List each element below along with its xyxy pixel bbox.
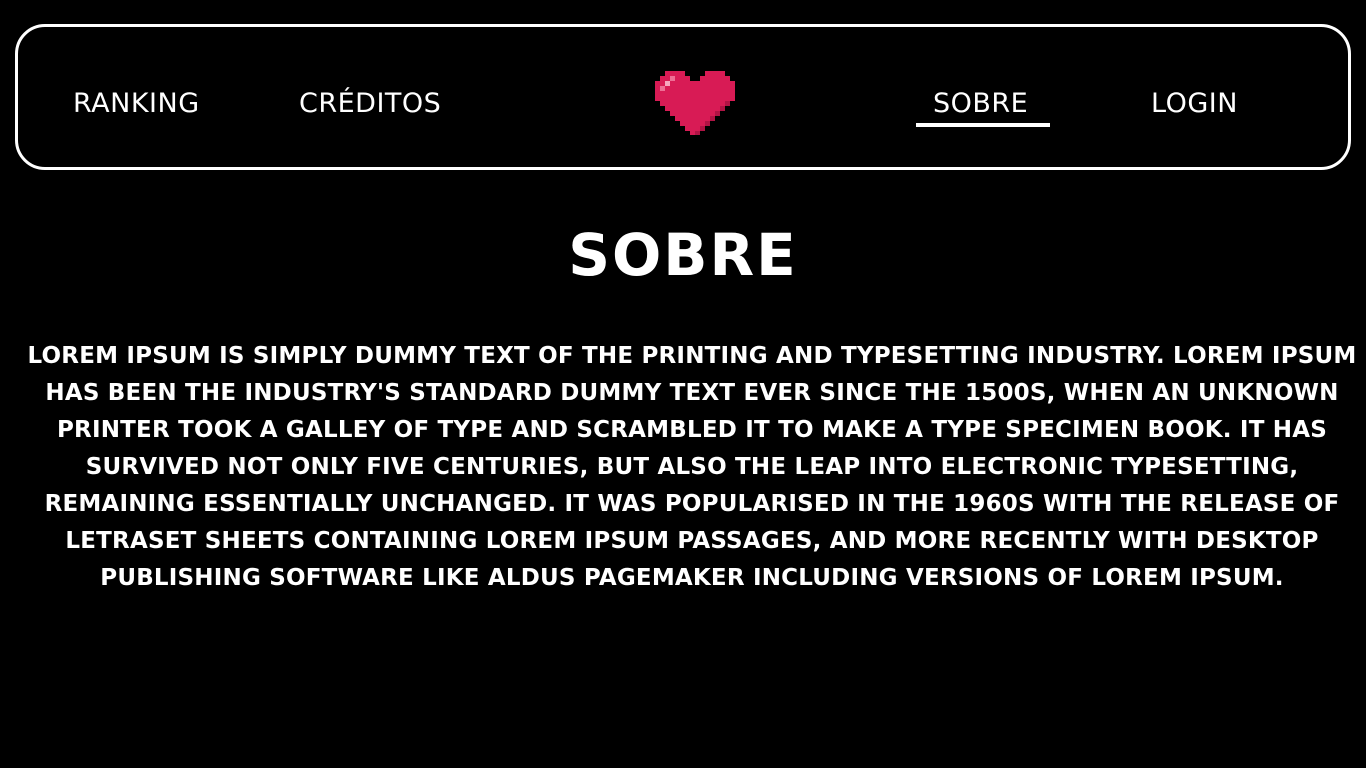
top-navbar: RANKING CRÉDITOS SOBRE LOGIN [15,24,1351,170]
nav-sobre-link[interactable]: SOBRE [916,87,1050,127]
pixel-heart-graphic [655,71,735,135]
nav-ranking-link[interactable]: RANKING [73,87,200,121]
nav-creditos-link[interactable]: CRÉDITOS [299,87,441,121]
active-underline [916,123,1050,127]
nav-sobre-label: SOBRE [933,88,1029,119]
page-title: SOBRE [568,221,798,289]
nav-login-link[interactable]: LOGIN [1151,87,1238,121]
about-body-text: LOREM IPSUM IS SIMPLY DUMMY TEXT OF THE … [27,343,1357,591]
pixel-heart-icon[interactable] [655,71,737,135]
